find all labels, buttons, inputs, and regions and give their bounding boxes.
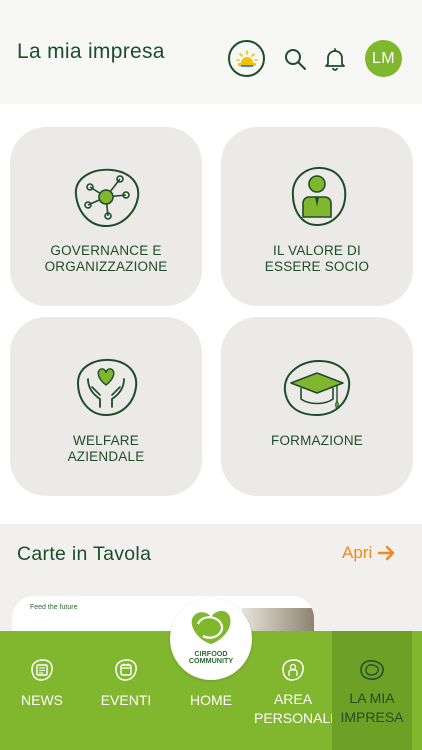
nav-la-mia-impresa[interactable]: LA MIA IMPRESA [332, 631, 412, 750]
network-icon [74, 168, 140, 228]
apri-link[interactable]: Apri [342, 543, 396, 563]
person-icon [291, 166, 347, 227]
nav-label: HOME [190, 692, 232, 708]
top-bar: La mia impresa LM [0, 0, 422, 104]
app-screen: La mia impresa LM GOVERNANCE E ORGANIZZA… [0, 0, 422, 750]
nav-label: AREA PERSONALE [254, 691, 340, 726]
weather-button[interactable] [228, 40, 265, 77]
tile-label: IL VALORE DI ESSERE SOCIO [264, 243, 370, 274]
nav-label: NEWS [21, 692, 63, 708]
arrow-right-icon [378, 545, 395, 561]
newspaper-icon [31, 659, 53, 681]
graduation-cap-icon [283, 359, 351, 417]
cirfood-logo-text: CIRFOOD COMMUNITY [188, 649, 234, 665]
nav-eventi[interactable]: EVENTI [84, 631, 168, 750]
section-title: Carte in Tavola [17, 543, 152, 565]
user-badge-icon [282, 659, 304, 681]
avatar[interactable]: LM [365, 40, 402, 77]
calendar-icon [115, 659, 137, 681]
tile-governance[interactable]: GOVERNANCE E ORGANIZZAZIONE [10, 127, 202, 306]
tile-label: WELFARE AZIENDALE [67, 433, 145, 464]
menu-grid: GOVERNANCE E ORGANIZZAZIONE IL VALORE DI… [0, 104, 422, 524]
nav-label: EVENTI [100, 692, 152, 708]
home-logo-button[interactable]: CIRFOOD COMMUNITY [170, 598, 252, 680]
cirfood-logo-icon [191, 610, 231, 644]
company-icon [360, 660, 384, 680]
heart-hands-icon [76, 358, 138, 417]
bell-icon[interactable] [324, 47, 346, 71]
search-icon[interactable] [283, 47, 307, 71]
nav-label: LA MIA IMPRESA [340, 690, 404, 725]
nav-news[interactable]: NEWS [0, 631, 84, 750]
card-tagline: Feed the future [30, 604, 78, 611]
tile-formazione[interactable]: FORMAZIONE [221, 317, 413, 496]
weather-sun-icon [235, 49, 258, 67]
page-title: La mia impresa [17, 40, 165, 63]
nav-area-personale[interactable]: AREA PERSONALE [254, 631, 340, 750]
tile-label: GOVERNANCE E ORGANIZZAZIONE [44, 243, 168, 274]
tile-valore-socio[interactable]: IL VALORE DI ESSERE SOCIO [221, 127, 413, 306]
tile-welfare[interactable]: WELFARE AZIENDALE [10, 317, 202, 496]
apri-label: Apri [342, 543, 373, 562]
tile-label: FORMAZIONE [271, 433, 363, 448]
